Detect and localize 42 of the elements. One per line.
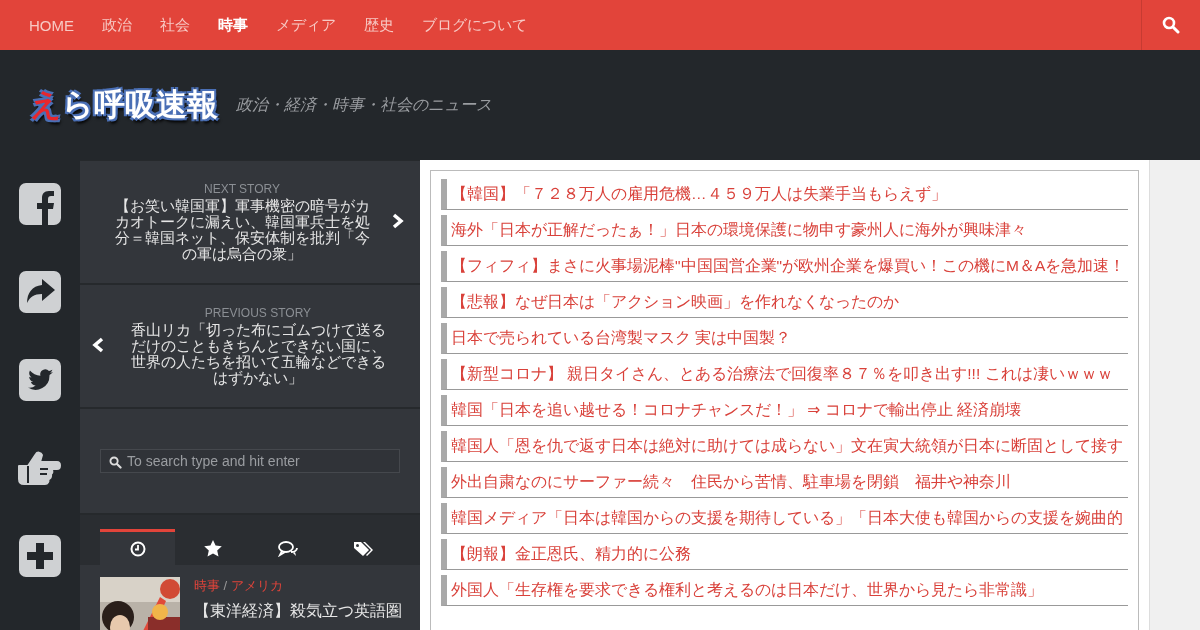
- site-tagline: 政治・経済・時事・社会のニュース: [236, 94, 492, 115]
- category-separator: /: [222, 578, 229, 593]
- nav-link[interactable]: 政治: [88, 15, 146, 35]
- share-icon[interactable]: [19, 271, 61, 313]
- clock-icon: [129, 540, 146, 557]
- star-icon: [203, 540, 222, 557]
- category-link[interactable]: アメリカ: [230, 578, 283, 593]
- category-link[interactable]: 時事: [194, 578, 220, 593]
- news-link[interactable]: 【韓国】「７２８万人の雇用危機…４５９万人は失業手当もらえず」: [451, 183, 947, 205]
- site-logo[interactable]: えら呼吸速報: [30, 84, 218, 126]
- news-link[interactable]: 外国人「生存権を要求できる権利と考えるのは日本だけ、世界から見たら非常識」: [451, 579, 1043, 601]
- news-link[interactable]: 日本で売られている台湾製マスク 実は中国製？: [451, 327, 792, 349]
- story-link[interactable]: 【お笑い韓国軍】軍事機密の暗号がカカオトークに漏えい、韓国軍兵士を処分＝韓国ネット、保安体制を批判「今の軍は烏合の衆」: [100, 198, 384, 262]
- tags-icon: [352, 540, 373, 557]
- chevron-right-icon[interactable]: [392, 213, 404, 229]
- news-link[interactable]: 韓国「日本を追い越せる！コロナチャンスだ！」 ⇒ コロナで輸出停止 経済崩壊: [451, 399, 1021, 421]
- nav-link[interactable]: 社会: [146, 15, 204, 35]
- post-title[interactable]: 【東洋経済】殺気立つ英語圏: [194, 601, 402, 622]
- news-link[interactable]: 【悲報】なぜ日本は「アクション映画」を作れなくなったのか: [451, 291, 899, 313]
- news-link[interactable]: 外出自粛なのにサーファー続々 住民から苦情、駐車場を閉鎖 福井や神奈川: [451, 471, 1011, 493]
- plus-icon[interactable]: [19, 535, 61, 577]
- story-link[interactable]: 香山リカ「切った布にゴムつけて送るだけのこともきちんとできない国に、世界の人たちを招いて五輪などできるはずかない」: [116, 322, 400, 386]
- nav-link[interactable]: HOME: [15, 16, 88, 34]
- nav-link[interactable]: 歴史: [350, 15, 408, 35]
- chevron-left-icon[interactable]: [92, 337, 104, 353]
- story-label: NEXT STORY: [203, 182, 281, 196]
- news-link[interactable]: 【フィフィ】まさに火事場泥棒"中国国営企業"が欧州企業を爆買い！この機にM＆Aを急加速！: [451, 255, 1126, 277]
- news-link[interactable]: 【朗報】金正恩氏、精力的に公務: [451, 543, 691, 565]
- twitter-icon[interactable]: [19, 359, 61, 401]
- nav-link[interactable]: 時事: [204, 15, 262, 35]
- news-link[interactable]: 【新型コロナ】 親日タイさん、とある治療法で回復率８７％を叩き出す!!! これは凄いｗｗｗ: [451, 363, 1113, 385]
- sidebar-tab[interactable]: [100, 529, 175, 565]
- news-link[interactable]: 韓国人「恩を仇で返す日本は絶対に助けては成らない」文在寅大統領が日本に断固として接す: [451, 435, 1123, 457]
- nav-link[interactable]: ブログについて: [408, 15, 541, 35]
- speech-bubbles-icon: [277, 540, 298, 557]
- story-label: PREVIOUS STORY: [203, 306, 313, 320]
- search-icon[interactable]: [1162, 16, 1180, 34]
- search-field[interactable]: To search type and hit enter: [100, 449, 400, 473]
- nav-link[interactable]: メディア: [262, 15, 350, 35]
- news-link[interactable]: 海外「日本が正解だったぁ！」日本の環境保護に物申す豪州人に海外が興味津々: [451, 219, 1027, 241]
- news-link[interactable]: 韓国メディア「日本は韓国からの支援を期待している」「日本大使も韓国からの支援を婉曲的: [451, 507, 1123, 529]
- facebook-icon[interactable]: [19, 183, 61, 225]
